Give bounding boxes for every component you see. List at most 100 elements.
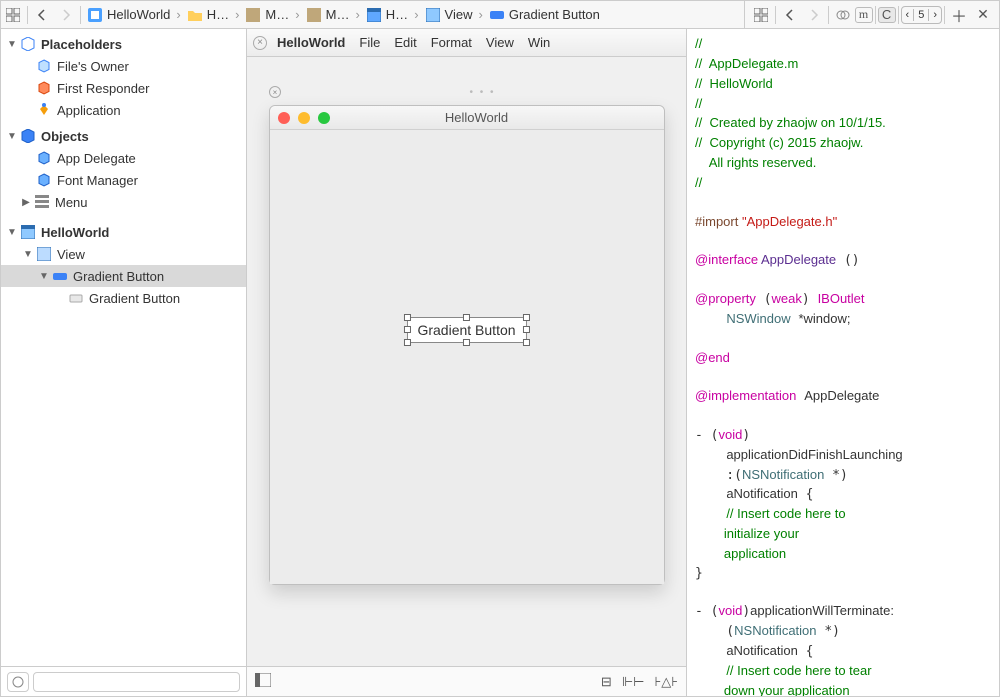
simulated-menubar: × HelloWorld File Edit Format View Win bbox=[247, 29, 686, 57]
outline-item-gradient-button[interactable]: ▼ Gradient Button bbox=[1, 265, 246, 287]
outline-label: View bbox=[57, 247, 85, 262]
outline-filter-input[interactable] bbox=[33, 672, 240, 692]
add-assistant-icon[interactable]: ＋ bbox=[947, 4, 971, 26]
class-icon[interactable]: C bbox=[878, 7, 896, 23]
drag-handle-icon[interactable]: • • • bbox=[287, 87, 678, 98]
close-scene-icon[interactable]: × bbox=[269, 86, 281, 98]
interface-builder-canvas: × HelloWorld File Edit Format View Win ×… bbox=[247, 29, 687, 696]
outline-item-files-owner[interactable]: File's Owner bbox=[1, 55, 246, 77]
disclosure-triangle-icon[interactable]: ▼ bbox=[39, 271, 49, 282]
related-items-icon[interactable] bbox=[1, 4, 25, 26]
stepper-prev-icon[interactable]: ‹ bbox=[902, 9, 914, 21]
outline-label: Application bbox=[57, 103, 121, 118]
selected-gradient-button[interactable]: Gradient Button bbox=[406, 317, 526, 343]
resolve-icon[interactable]: ⊦△⊦ bbox=[654, 674, 678, 690]
cube-icon bbox=[35, 171, 53, 189]
assistant-stepper[interactable]: ‹ 5 › bbox=[901, 6, 942, 24]
outline-item-gradient-button-cell[interactable]: Gradient Button bbox=[1, 287, 246, 309]
filter-scope-icon[interactable] bbox=[7, 672, 29, 692]
outline-item-view[interactable]: ▼ View bbox=[1, 243, 246, 265]
disclosure-triangle-icon[interactable]: ▼ bbox=[7, 131, 17, 142]
close-assistant-icon[interactable]: ✕ bbox=[971, 4, 995, 26]
top-toolbar: HelloWorld › H… › M… › M… › H… › View › … bbox=[1, 1, 999, 29]
outline-label: HelloWorld bbox=[41, 225, 109, 240]
gradient-button-icon bbox=[51, 267, 69, 285]
stepper-next-icon[interactable]: › bbox=[929, 9, 941, 21]
toggle-outline-icon[interactable] bbox=[255, 673, 271, 690]
traffic-light-close-icon[interactable] bbox=[278, 112, 290, 124]
assistant-toolbar: m C ‹ 5 › ＋ ✕ bbox=[744, 1, 999, 28]
disclosure-triangle-icon[interactable]: ▼ bbox=[7, 39, 17, 50]
breadcrumb-item[interactable]: M… bbox=[241, 7, 293, 23]
outline-label: Gradient Button bbox=[73, 269, 164, 284]
resize-handle-icon[interactable] bbox=[523, 326, 530, 333]
traffic-light-zoom-icon[interactable] bbox=[318, 112, 330, 124]
resize-handle-icon[interactable] bbox=[463, 339, 470, 346]
outline-item-app-delegate[interactable]: App Delegate bbox=[1, 147, 246, 169]
disclosure-triangle-icon[interactable]: ▶ bbox=[21, 197, 31, 208]
breadcrumb-item[interactable]: View bbox=[421, 7, 477, 23]
view-icon bbox=[35, 245, 53, 263]
file-m-icon[interactable]: m bbox=[855, 7, 873, 23]
menu-window[interactable]: Win bbox=[528, 35, 550, 50]
close-icon[interactable]: × bbox=[253, 36, 267, 50]
outline-item-font-manager[interactable]: Font Manager bbox=[1, 169, 246, 191]
related-items-icon[interactable] bbox=[749, 4, 773, 26]
resize-handle-icon[interactable] bbox=[523, 339, 530, 346]
outline-item-first-responder[interactable]: First Responder bbox=[1, 77, 246, 99]
window-titlebar: HelloWorld bbox=[270, 106, 664, 130]
nav-forward-icon[interactable] bbox=[54, 4, 78, 26]
outline-item-menu[interactable]: ▶Menu bbox=[1, 191, 246, 213]
app-icon bbox=[35, 101, 53, 119]
resize-handle-icon[interactable] bbox=[403, 339, 410, 346]
resize-handle-icon[interactable] bbox=[403, 314, 410, 321]
resize-handle-icon[interactable] bbox=[403, 326, 410, 333]
align-icon[interactable]: ⊟ bbox=[601, 674, 612, 690]
breadcrumb-item[interactable]: HelloWorld bbox=[83, 7, 174, 23]
simulated-window[interactable]: HelloWorld Gradient Button bbox=[269, 105, 665, 585]
menu-file[interactable]: File bbox=[359, 35, 380, 50]
view-icon bbox=[425, 7, 441, 23]
breadcrumb-label: M… bbox=[326, 7, 350, 22]
app-menu-title[interactable]: HelloWorld bbox=[277, 35, 345, 50]
breadcrumb-item[interactable]: H… bbox=[362, 7, 412, 23]
canvas-footer-bar: ⊟ ⊩⊢ ⊦△⊦ bbox=[247, 666, 686, 696]
outline-label: Font Manager bbox=[57, 173, 138, 188]
button-cell-icon bbox=[67, 289, 85, 307]
resize-handle-icon[interactable] bbox=[523, 314, 530, 321]
outline-label: File's Owner bbox=[57, 59, 129, 74]
nav-back-icon[interactable] bbox=[778, 4, 802, 26]
nav-forward-icon[interactable] bbox=[802, 4, 826, 26]
pin-icon[interactable]: ⊩⊢ bbox=[622, 674, 645, 690]
nav-back-icon[interactable] bbox=[30, 4, 54, 26]
counterparts-icon[interactable] bbox=[831, 4, 855, 26]
menu-view[interactable]: View bbox=[486, 35, 514, 50]
menu-format[interactable]: Format bbox=[431, 35, 472, 50]
chevron-right-icon: › bbox=[174, 7, 182, 22]
outline-item-application[interactable]: Application bbox=[1, 99, 246, 121]
breadcrumb-item[interactable]: M… bbox=[302, 7, 354, 23]
section-label: Objects bbox=[41, 129, 89, 144]
disclosure-triangle-icon[interactable]: ▼ bbox=[23, 249, 33, 260]
breadcrumb-item[interactable]: H… bbox=[183, 7, 233, 23]
menu-icon bbox=[33, 193, 51, 211]
disclosure-triangle-icon[interactable]: ▼ bbox=[7, 227, 17, 238]
stepper-value: 5 bbox=[913, 9, 929, 21]
cube-icon bbox=[35, 149, 53, 167]
breadcrumb-item[interactable]: Gradient Button bbox=[485, 7, 604, 23]
breadcrumb: HelloWorld › H… › M… › M… › H… › View › … bbox=[83, 7, 744, 23]
document-outline: ▼ Placeholders File's Owner First Respon… bbox=[1, 29, 247, 696]
button-label: Gradient Button bbox=[417, 322, 515, 338]
menu-edit[interactable]: Edit bbox=[394, 35, 416, 50]
chevron-right-icon: › bbox=[293, 7, 301, 22]
breadcrumb-label: M… bbox=[265, 7, 289, 22]
scene-tab: × • • • bbox=[269, 83, 678, 101]
window-content-view[interactable]: Gradient Button bbox=[270, 130, 664, 584]
source-code[interactable]: // // AppDelegate.m // HelloWorld // // … bbox=[687, 29, 999, 696]
section-header-placeholders[interactable]: ▼ Placeholders bbox=[1, 33, 246, 55]
section-header-objects[interactable]: ▼ Objects bbox=[1, 125, 246, 147]
cube-icon bbox=[19, 127, 37, 145]
resize-handle-icon[interactable] bbox=[463, 314, 470, 321]
outline-item-window[interactable]: ▼ HelloWorld bbox=[1, 221, 246, 243]
traffic-light-minimize-icon[interactable] bbox=[298, 112, 310, 124]
